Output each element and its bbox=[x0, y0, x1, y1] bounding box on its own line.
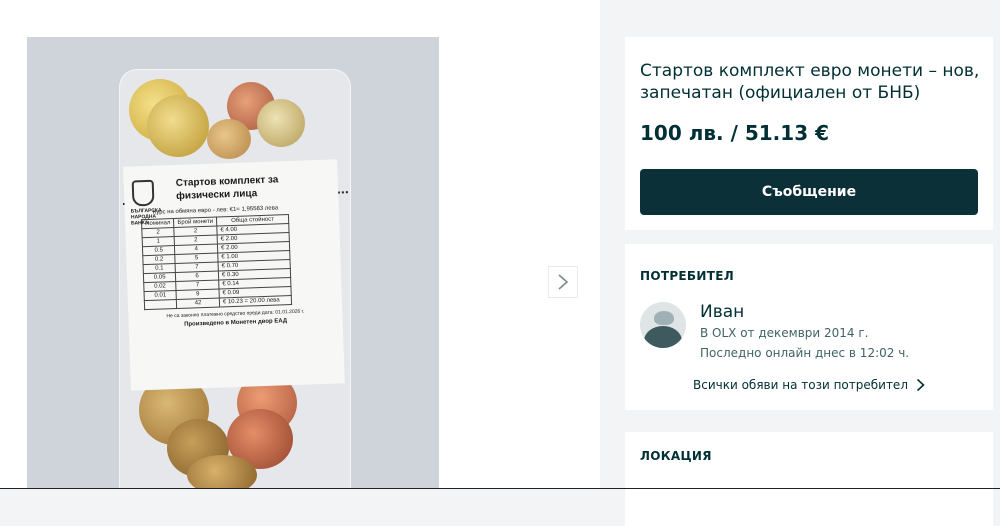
bank-name: БЪЛГАРСКА НАРОДНА БАНКА bbox=[130, 207, 162, 227]
ad-price: 100 лв. / 51.13 € bbox=[640, 121, 829, 145]
cell bbox=[144, 299, 177, 310]
coin-table: Номинал Брой монети Обща стойност 2 2 € 4.… bbox=[141, 214, 292, 310]
coin bbox=[147, 95, 209, 157]
all-user-ads-link[interactable]: Всички обяви на този потребител bbox=[693, 378, 925, 392]
image-gallery: БЪЛГАРСКА НАРОДНА БАНКА Стартов комплект… bbox=[0, 0, 600, 488]
user-name[interactable]: Иван bbox=[700, 302, 744, 322]
page-divider bbox=[0, 488, 1000, 489]
user-section-heading: ПОТРЕБИТЕЛ bbox=[640, 269, 734, 283]
message-button[interactable]: Съобщение bbox=[640, 169, 978, 215]
user-avatar-icon[interactable] bbox=[640, 302, 686, 348]
cell: € 10.23 = 20.00 лева bbox=[219, 295, 292, 308]
user-card: ПОТРЕБИТЕЛ Иван В OLX от декември 2014 г… bbox=[625, 244, 993, 410]
location-section-heading: ЛОКАЦИЯ bbox=[640, 449, 712, 463]
avatar-body bbox=[644, 326, 682, 348]
chevron-right-icon bbox=[558, 274, 569, 290]
next-image-button[interactable] bbox=[548, 266, 578, 298]
ad-summary-card: Стартов комплект евро монети – нов, запе… bbox=[625, 37, 993, 230]
last-online: Последно онлайн днес в 12:02 ч. bbox=[700, 346, 910, 360]
coin bbox=[257, 99, 305, 147]
avatar-head bbox=[654, 311, 674, 325]
exchange-rate: Курс на обмяна евро - лев: €1= 1,95583 л… bbox=[152, 205, 279, 216]
label-title: Стартов комплект за физически лица bbox=[175, 174, 279, 202]
location-card: ЛОКАЦИЯ bbox=[625, 432, 993, 526]
coin bbox=[207, 119, 251, 159]
coin bbox=[187, 455, 257, 488]
listing-photo[interactable]: БЪЛГАРСКА НАРОДНА БАНКА Стартов комплект… bbox=[27, 37, 439, 488]
product-label: БЪЛГАРСКА НАРОДНА БАНКА Стартов комплект… bbox=[123, 159, 345, 391]
cell: 42 bbox=[176, 298, 220, 309]
ad-title: Стартов комплект евро монети – нов, запе… bbox=[640, 61, 980, 103]
all-ads-label: Всички обяви на този потребител bbox=[693, 378, 908, 392]
chevron-right-icon bbox=[916, 378, 925, 392]
bnb-emblem-icon bbox=[131, 179, 155, 207]
member-since: В OLX от декември 2014 г. bbox=[700, 326, 869, 340]
